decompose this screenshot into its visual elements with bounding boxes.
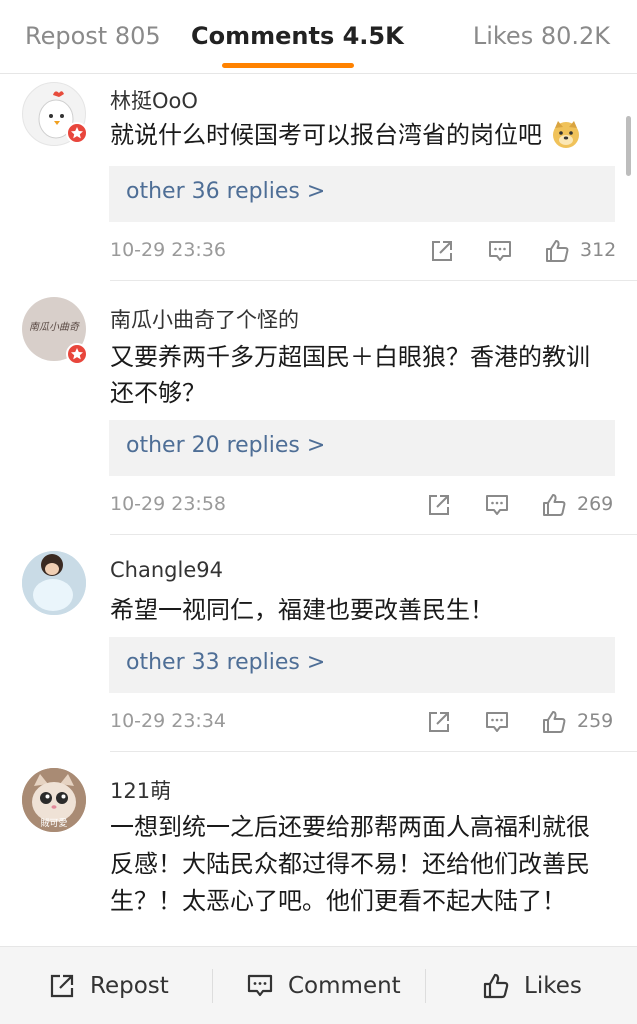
like-count: 269	[577, 493, 614, 515]
comment-time: 10-29 23:34	[110, 710, 227, 732]
avatar-handwriting: 南瓜小曲奇	[29, 322, 79, 333]
like-count: 259	[577, 710, 614, 732]
comment-username[interactable]: 林挺OoO	[110, 85, 198, 115]
comment-text: 又要养两千多万超国民＋白眼狼？香港的教训还不够？	[110, 343, 590, 407]
comment-icon[interactable]	[486, 237, 514, 265]
verified-badge	[66, 343, 88, 365]
comment-meta: 10-29 23:36 312	[0, 237, 637, 267]
tab-comments[interactable]: Comments 4.5K	[191, 22, 404, 50]
comment-meta: 10-29 23:58 269	[0, 491, 637, 521]
bottom-action-bar: Repost Comment Likes	[0, 946, 637, 1024]
comment-username[interactable]: 南瓜小曲奇了个怪的	[110, 304, 299, 334]
like-icon[interactable]	[543, 237, 571, 265]
verified-badge	[66, 122, 88, 144]
repost-icon	[50, 974, 74, 998]
avatar-caption: 賊可愛	[40, 819, 68, 829]
divider	[212, 969, 213, 1003]
divider	[110, 534, 637, 535]
comment-username[interactable]: Changle94	[110, 558, 223, 582]
divider	[110, 280, 637, 281]
divider	[110, 751, 637, 752]
like-icon[interactable]	[540, 708, 568, 736]
repost-icon[interactable]	[425, 708, 453, 736]
comment-list: 林挺OoO 就说什么时候国考可以报台湾省的岗位吧 other 36 replie…	[0, 75, 637, 945]
more-replies-link[interactable]: other 20 replies >	[109, 420, 615, 476]
like-icon	[483, 973, 509, 999]
comment-meta: 10-29 23:34 259	[0, 708, 637, 738]
avatar[interactable]	[22, 551, 86, 615]
repost-icon[interactable]	[428, 237, 456, 265]
repost-icon[interactable]	[425, 491, 453, 519]
more-replies-link[interactable]: other 33 replies >	[109, 637, 615, 693]
comment-tabs: Repost 805 Comments 4.5K Likes 80.2K	[0, 0, 637, 74]
divider	[425, 969, 426, 1003]
comment-text: 希望一视同仁，福建也要改善民生！	[110, 596, 494, 624]
comment-username[interactable]: 121萌	[110, 775, 171, 805]
active-tab-indicator	[222, 63, 354, 68]
comment-icon[interactable]	[483, 491, 511, 519]
doge-emoji-icon	[552, 121, 579, 148]
avatar[interactable]: 賊可愛	[22, 768, 86, 832]
comment-time: 10-29 23:36	[110, 239, 227, 261]
comment-time: 10-29 23:58	[110, 493, 227, 515]
tab-likes[interactable]: Likes 80.2K	[473, 22, 610, 50]
comment-text: 一想到统一之后还要给那帮两面人高福利就很反感！大陆民众都过得不易！还给他们改善民…	[110, 813, 590, 915]
comment-icon	[247, 974, 273, 997]
more-replies-link[interactable]: other 36 replies >	[109, 166, 615, 222]
tab-repost[interactable]: Repost 805	[25, 22, 161, 50]
comment-icon[interactable]	[483, 708, 511, 736]
comment-text: 就说什么时候国考可以报台湾省的岗位吧	[110, 117, 610, 153]
like-icon[interactable]	[540, 491, 568, 519]
like-count: 312	[580, 239, 617, 261]
